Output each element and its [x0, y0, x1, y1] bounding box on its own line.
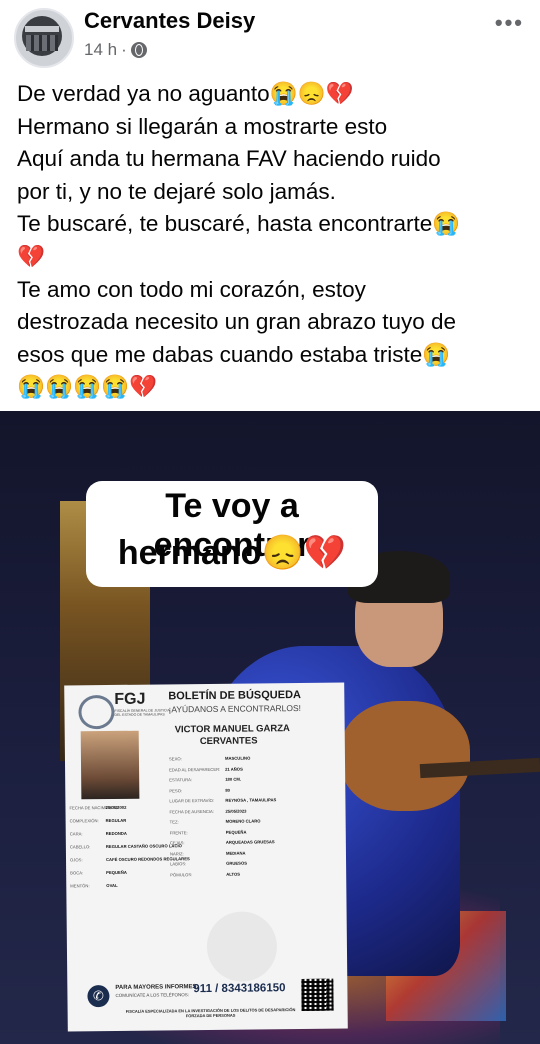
- bulletin-left-field-value: REGULAR: [105, 817, 127, 824]
- avatar[interactable]: [14, 8, 74, 68]
- bulletin-field-label: LUGAR DE EXTRAVÍO:: [169, 797, 215, 804]
- agency-subtitle: FISCALÍA GENERAL DE JUSTICIA DEL ESTADO …: [114, 708, 170, 717]
- bulletin-field-label: FECHA DE AUSENCIA:: [169, 808, 214, 814]
- author-name[interactable]: Cervantes Deisy: [84, 8, 255, 34]
- bulletin-field-value: 25/05/2023: [225, 808, 247, 814]
- bulletin-field-label: PÓMULOS:: [170, 871, 193, 877]
- bulletin-field-label: NARIZ:: [169, 850, 184, 856]
- agency-name: FGJ: [114, 690, 146, 708]
- more-options-button[interactable]: •••: [495, 10, 524, 36]
- bulletin-left-field-label: MENTÓN:: [70, 883, 90, 889]
- image-caption-box: Te voy a encontrar hermano😞💔: [86, 481, 378, 587]
- bulletin-footer: ✆ PARA MAYORES INFORMES, COMUNÍCATE A LO…: [81, 978, 337, 1028]
- post-meta: 14 h ·: [84, 40, 147, 60]
- post-header: Cervantes Deisy 14 h · •••: [0, 0, 540, 70]
- avatar-banner: [25, 26, 59, 32]
- search-bulletin: FGJ FISCALÍA GENERAL DE JUSTICIA DEL EST…: [64, 682, 348, 1032]
- bulletin-field-label: PESO:: [169, 787, 183, 793]
- bulletin-left-field-value: REGULAR CASTAÑO OSCURO LACIO: [105, 843, 182, 850]
- caption-line-2: hermano😞💔: [117, 534, 347, 572]
- bulletin-left-field-label: OJOS:: [69, 857, 83, 863]
- post-time[interactable]: 14 h: [84, 40, 117, 60]
- bulletin-left-field-label: BOCA:: [70, 870, 84, 876]
- bulletin-field-label: EDAD AL DESAPARECER:: [169, 766, 221, 772]
- bulletin-field-value: MASCULINO: [224, 755, 251, 761]
- bulletin-field-value: MEDIANA: [225, 850, 246, 856]
- bulletin-field-value: 21 AÑOS: [225, 766, 243, 772]
- bulletin-subtitle: ¡AYÚDANOS A ENCONTRARLOS!: [168, 702, 302, 715]
- bulletin-left-field-label: COMPLEXIÓN:: [69, 818, 99, 824]
- bulletin-field-value: 180 CM.: [225, 776, 242, 782]
- bulletin-field-value: REYNOSA , TAMAULIPAS: [225, 797, 277, 803]
- bulletin-field-value: GRUESOS: [226, 860, 248, 866]
- contact-sub: COMUNÍCATE A LOS TELÉFONOS:: [115, 992, 190, 998]
- public-globe-icon: [130, 42, 147, 58]
- bulletin-field-label: ESTATURA:: [169, 777, 193, 783]
- bulletin-left-field-label: CABELLO:: [69, 844, 91, 850]
- post-text: De verdad ya no aguanto😭😞💔 Hermano si ll…: [17, 81, 461, 400]
- bulletin-left-field-value: 25/05/2002: [105, 804, 127, 811]
- bulletin-left-field-value: CAFÉ OSCURO REDONDOS REGULARES: [105, 856, 190, 863]
- bulletin-field-value: MORENO CLARO: [225, 818, 261, 824]
- qr-code: [301, 978, 334, 1012]
- guitar-icon: [340, 701, 470, 811]
- bulletin-field-value: PEQUEÑA: [225, 829, 247, 835]
- missing-person-photo: [80, 730, 140, 800]
- bulletin-left-field-value: OVAL: [106, 882, 118, 889]
- phone-icon: ✆: [87, 985, 110, 1008]
- bulletin-field-value: 80: [225, 787, 230, 793]
- bulletin-field-label: LABIOS:: [170, 861, 187, 867]
- contact-label: PARA MAYORES INFORMES,: [115, 984, 199, 991]
- fgj-logo-icon: [78, 694, 115, 730]
- bulletin-field-value: ARQUEADAS GRUESAS: [225, 839, 275, 845]
- separator-dot: ·: [121, 40, 127, 59]
- state-seal-watermark: [206, 911, 278, 982]
- missing-name-line-1: VICTOR MANUEL GARZA: [174, 723, 290, 736]
- post-image[interactable]: Te voy a encontrar hermano😞💔 FGJ FISCALÍ…: [0, 411, 540, 1044]
- bulletin-field-label: SEXO:: [168, 756, 182, 762]
- bulletin-left-field-value: PEQUEÑA: [106, 869, 127, 876]
- bulletin-field-label: FRENTE:: [169, 829, 188, 835]
- bulletin-left-field-label: CARA:: [69, 831, 83, 837]
- bulletin-left-field-value: REDONDA: [105, 830, 127, 837]
- avatar-figures: [26, 35, 58, 51]
- missing-name-line-2: CERVANTES: [199, 735, 258, 748]
- bulletin-field-value: ALTOS: [226, 871, 241, 877]
- contact-phone: 911 / 8343186150: [193, 982, 286, 996]
- bulletin-title: BOLETÍN DE BÚSQUEDA: [168, 688, 301, 703]
- bulletin-field-label: TEZ:: [169, 819, 179, 825]
- fiscalia-text: FISCALÍA ESPECIALIZADA EN LA INVESTIGACI…: [125, 1007, 296, 1019]
